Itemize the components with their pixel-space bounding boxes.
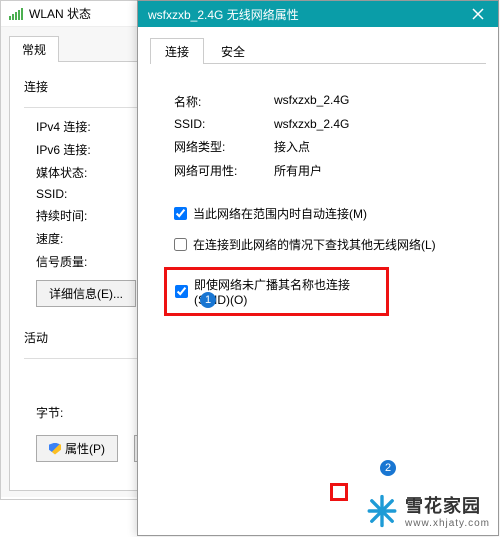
details-button[interactable]: 详细信息(E)... — [36, 280, 136, 307]
tab-security[interactable]: 安全 — [206, 38, 260, 64]
value-name: wsfxzxb_2.4G — [274, 93, 349, 110]
wlan-status-title: WLAN 状态 — [29, 5, 91, 22]
checkbox-connect-hidden[interactable] — [175, 285, 188, 298]
label-bytes: 字节: — [36, 404, 126, 421]
value-network-type: 接入点 — [274, 138, 310, 155]
wireless-properties-title: wsfxzxb_2.4G 无线网络属性 — [148, 6, 299, 23]
wireless-properties-titlebar: wsfxzxb_2.4G 无线网络属性 — [138, 1, 498, 27]
watermark: 雪花家园 www.xhjaty.com — [361, 490, 494, 531]
annotation-highlight-square — [330, 483, 348, 501]
value-availability: 所有用户 — [274, 162, 322, 179]
tab-connection-content: 名称: wsfxzxb_2.4G SSID: wsfxzxb_2.4G 网络类型… — [150, 64, 486, 523]
label-network-type: 网络类型: — [174, 138, 274, 155]
checkbox-connect-hidden-label: 即使网络未广播其名称也连接(SSID)(O) — [194, 276, 378, 307]
checkbox-auto-connect[interactable] — [174, 207, 187, 220]
label-ssid: SSID: — [36, 187, 126, 201]
wireless-properties-dialog: wsfxzxb_2.4G 无线网络属性 连接 安全 名称: wsfxzxb_2.… — [137, 0, 499, 536]
checkbox-find-other-row[interactable]: 在连接到此网络的情况下查找其他无线网络(L) — [174, 236, 474, 253]
tabstrip: 连接 安全 — [150, 37, 486, 64]
label-signal-quality: 信号质量: — [36, 253, 126, 270]
wireless-properties-body: 连接 安全 名称: wsfxzxb_2.4G SSID: wsfxzxb_2.4… — [138, 27, 498, 535]
highlight-hidden-ssid: 即使网络未广播其名称也连接(SSID)(O) — [164, 267, 389, 316]
label-ssid: SSID: — [174, 117, 274, 131]
annotation-step-1: 1 — [200, 292, 216, 308]
value-ssid: wsfxzxb_2.4G — [274, 117, 349, 131]
snowflake-icon — [365, 494, 399, 528]
shield-icon — [49, 443, 61, 455]
annotation-step-2: 2 — [380, 460, 396, 476]
label-ipv6: IPv6 连接: — [36, 141, 126, 158]
checkbox-auto-connect-label: 当此网络在范围内时自动连接(M) — [193, 205, 367, 222]
checkbox-find-other-label: 在连接到此网络的情况下查找其他无线网络(L) — [193, 236, 436, 253]
watermark-url: www.xhjaty.com — [405, 518, 490, 529]
close-button[interactable] — [458, 1, 498, 27]
label-ipv4: IPv4 连接: — [36, 118, 126, 135]
checkbox-find-other[interactable] — [174, 238, 187, 251]
properties-button-label: 属性(P) — [65, 440, 105, 457]
label-duration: 持续时间: — [36, 207, 126, 224]
watermark-brand: 雪花家园 — [405, 492, 490, 518]
watermark-text: 雪花家园 www.xhjaty.com — [405, 492, 490, 529]
label-availability: 网络可用性: — [174, 162, 274, 179]
close-icon — [472, 8, 484, 20]
label-name: 名称: — [174, 93, 274, 110]
label-media-state: 媒体状态: — [36, 164, 126, 181]
label-speed: 速度: — [36, 230, 126, 247]
wifi-signal-icon — [9, 8, 23, 20]
tab-general[interactable]: 常规 — [9, 36, 59, 62]
checkbox-auto-connect-row[interactable]: 当此网络在范围内时自动连接(M) — [174, 205, 474, 222]
tab-connection[interactable]: 连接 — [150, 38, 204, 64]
properties-button[interactable]: 属性(P) — [36, 435, 118, 462]
